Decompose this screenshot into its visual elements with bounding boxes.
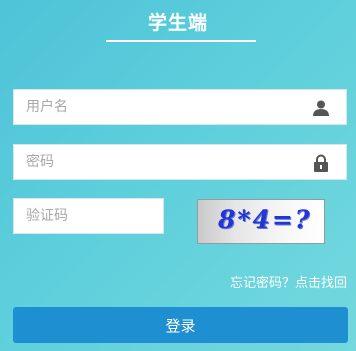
password-input[interactable] bbox=[26, 145, 306, 179]
password-field[interactable] bbox=[13, 144, 347, 180]
lock-icon bbox=[314, 154, 328, 172]
username-input[interactable] bbox=[26, 90, 306, 124]
forgot-password-link[interactable]: 忘记密码？点击找回 bbox=[230, 272, 347, 291]
title-underline bbox=[106, 40, 256, 42]
captcha-image[interactable]: 8*4=? bbox=[197, 199, 325, 244]
captcha-text: 8*4=? bbox=[218, 205, 312, 234]
captcha-input[interactable] bbox=[26, 199, 156, 233]
page-title: 学生端 bbox=[147, 12, 208, 34]
captcha-field[interactable] bbox=[13, 198, 164, 234]
login-button[interactable]: 登录 bbox=[13, 307, 348, 343]
user-icon bbox=[313, 100, 329, 116]
username-field[interactable] bbox=[13, 89, 347, 125]
